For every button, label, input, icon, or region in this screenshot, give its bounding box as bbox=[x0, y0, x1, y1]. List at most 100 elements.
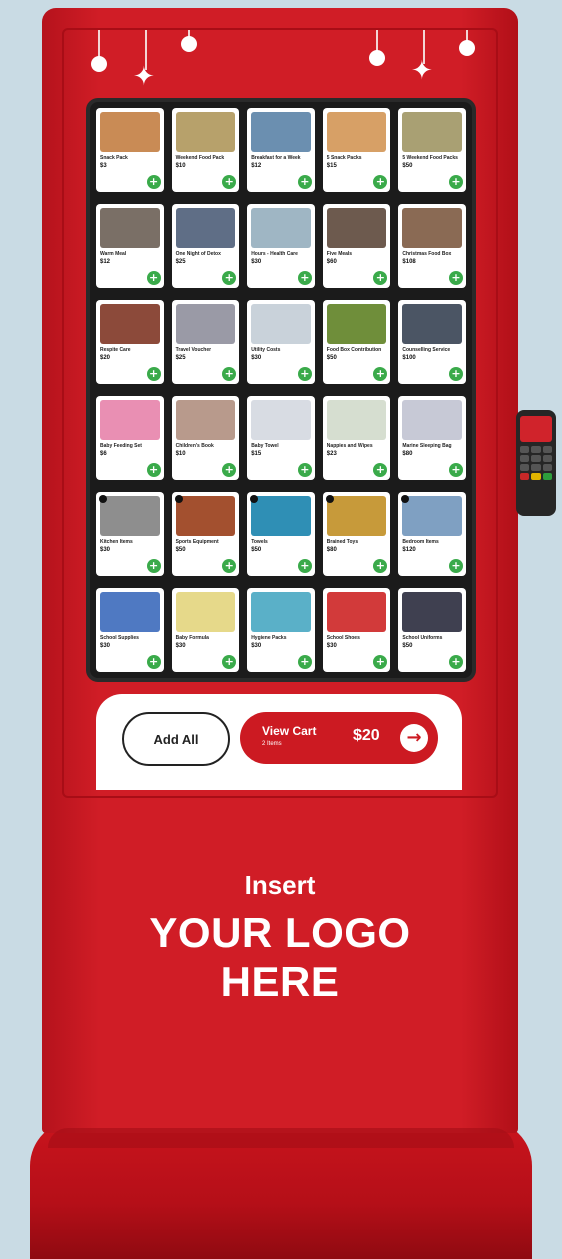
product-price: $30 bbox=[251, 258, 262, 265]
add-to-cart-plus-icon[interactable]: + bbox=[373, 367, 388, 381]
add-to-cart-plus-icon[interactable]: + bbox=[222, 271, 237, 285]
add-to-cart-plus-icon[interactable]: + bbox=[297, 175, 312, 189]
product-image bbox=[251, 400, 311, 440]
add-to-cart-plus-icon[interactable]: + bbox=[222, 655, 237, 669]
product-image bbox=[402, 400, 462, 440]
add-to-cart-plus-icon[interactable]: + bbox=[146, 367, 161, 381]
add-to-cart-plus-icon[interactable]: + bbox=[146, 559, 161, 573]
product-price: $50 bbox=[402, 642, 413, 649]
add-to-cart-plus-icon[interactable]: + bbox=[373, 559, 388, 573]
add-to-cart-plus-icon[interactable]: + bbox=[297, 463, 312, 477]
product-card[interactable]: Baby Towel $15 + bbox=[247, 396, 315, 480]
ornament-ball-icon bbox=[459, 40, 475, 56]
add-to-cart-plus-icon[interactable]: + bbox=[448, 559, 463, 573]
product-card[interactable]: Counselling Service $100 + bbox=[398, 300, 466, 384]
product-card[interactable]: Sports Equipment $50 + bbox=[171, 492, 240, 576]
add-to-cart-plus-icon[interactable]: + bbox=[222, 175, 237, 189]
add-to-cart-plus-icon[interactable]: + bbox=[146, 655, 161, 669]
product-card[interactable]: Baby Formula $30 + bbox=[171, 588, 240, 672]
add-to-cart-plus-icon[interactable]: + bbox=[146, 175, 161, 189]
product-name: Hours - Health Care bbox=[251, 251, 298, 257]
kiosk-base-lip bbox=[48, 1128, 514, 1148]
product-name: Christmas Food Box bbox=[402, 251, 452, 257]
card-reader-screen bbox=[520, 416, 552, 442]
add-all-button[interactable]: Add All bbox=[122, 712, 230, 766]
add-to-cart-plus-icon[interactable]: + bbox=[448, 463, 463, 477]
product-card[interactable]: Bedroom Items $120 + bbox=[398, 492, 466, 576]
product-name: Marine Sleeping Bag bbox=[402, 443, 452, 449]
add-to-cart-plus-icon[interactable]: + bbox=[146, 463, 161, 477]
product-grid: Snack Pack $3 + Weekend Food Pack $10 + Breakf… bbox=[96, 108, 466, 672]
product-card[interactable]: 5 Weekend Food Packs $50 + bbox=[398, 108, 466, 192]
keypad-key bbox=[520, 446, 530, 453]
product-card[interactable]: Kitchen Items $30 + bbox=[96, 492, 164, 576]
product-card[interactable]: Utility Costs $30 + bbox=[247, 300, 315, 384]
add-to-cart-plus-icon[interactable]: + bbox=[373, 655, 388, 669]
product-price: $50 bbox=[175, 546, 186, 553]
product-image bbox=[100, 304, 160, 344]
cart-total: $20 bbox=[353, 727, 380, 744]
product-name: Weekend Food Pack bbox=[175, 155, 225, 161]
product-image bbox=[100, 208, 160, 248]
sparkle-icon: ✦ bbox=[411, 56, 433, 86]
product-card[interactable]: Five Meals $60 + bbox=[322, 204, 391, 288]
product-card[interactable]: Marine Sleeping Bag $80 + bbox=[398, 396, 466, 480]
product-image bbox=[326, 304, 387, 344]
cart-bar: Add All View Cart 2 Items $20 → bbox=[96, 694, 462, 790]
product-card[interactable]: Breakfast for a Week $12 + bbox=[247, 108, 315, 192]
product-price: $30 bbox=[251, 354, 262, 361]
keypad-key bbox=[542, 464, 552, 471]
product-card[interactable]: Baby Feeding Set $6 + bbox=[96, 396, 164, 480]
product-card[interactable]: Respite Care $20 + bbox=[96, 300, 164, 384]
product-price: $50 bbox=[251, 546, 262, 553]
add-to-cart-plus-icon[interactable]: + bbox=[448, 655, 463, 669]
add-to-cart-plus-icon[interactable]: + bbox=[373, 175, 388, 189]
product-image bbox=[100, 592, 160, 632]
product-card[interactable]: Warm Meal $12 + bbox=[96, 204, 164, 288]
add-to-cart-plus-icon[interactable]: + bbox=[222, 463, 237, 477]
product-image bbox=[326, 592, 387, 632]
add-to-cart-plus-icon[interactable]: + bbox=[146, 271, 161, 285]
add-to-cart-plus-icon[interactable]: + bbox=[373, 463, 388, 477]
logo-line-1: YOUR LOGO bbox=[149, 909, 411, 956]
product-name: Breakfast for a Week bbox=[251, 155, 301, 161]
product-card[interactable]: School Shoes $30 + bbox=[322, 588, 391, 672]
product-price: $23 bbox=[326, 450, 337, 457]
card-reader-keypad bbox=[520, 446, 552, 480]
product-card[interactable]: Children's Book $10 + bbox=[171, 396, 240, 480]
product-image bbox=[175, 592, 236, 632]
add-to-cart-plus-icon[interactable]: + bbox=[222, 367, 237, 381]
product-card[interactable]: Hygiene Packs $30 + bbox=[247, 588, 315, 672]
product-card[interactable]: School Uniforms $50 + bbox=[398, 588, 466, 672]
add-to-cart-plus-icon[interactable]: + bbox=[297, 367, 312, 381]
add-to-cart-plus-icon[interactable]: + bbox=[297, 655, 312, 669]
product-badge bbox=[174, 495, 183, 503]
product-card[interactable]: Travel Voucher $25 + bbox=[171, 300, 240, 384]
product-image bbox=[326, 208, 387, 248]
add-to-cart-plus-icon[interactable]: + bbox=[222, 559, 237, 573]
product-card[interactable]: One Night of Detox $25 + bbox=[171, 204, 240, 288]
product-card[interactable]: Snack Pack $3 + bbox=[96, 108, 164, 192]
add-to-cart-plus-icon[interactable]: + bbox=[448, 175, 463, 189]
product-name: Children's Book bbox=[175, 443, 214, 449]
view-cart-button[interactable]: View Cart 2 Items $20 → bbox=[240, 712, 438, 764]
product-image bbox=[251, 496, 311, 536]
product-card[interactable]: Brained Toys $80 + bbox=[322, 492, 391, 576]
product-card[interactable]: 5 Snack Packs $15 + bbox=[322, 108, 391, 192]
add-to-cart-plus-icon[interactable]: + bbox=[448, 271, 463, 285]
product-card[interactable]: Nappies and Wipes $23 + bbox=[322, 396, 391, 480]
add-to-cart-plus-icon[interactable]: + bbox=[448, 367, 463, 381]
product-card[interactable]: Food Box Contribution $50 + bbox=[322, 300, 391, 384]
product-price: $6 bbox=[100, 450, 107, 457]
keypad-key bbox=[542, 446, 552, 453]
card-reader[interactable] bbox=[516, 410, 556, 516]
product-name: Food Box Contribution bbox=[326, 347, 382, 353]
product-card[interactable]: Weekend Food Pack $10 + bbox=[171, 108, 240, 192]
product-card[interactable]: Towels $50 + bbox=[247, 492, 315, 576]
product-card[interactable]: School Supplies $30 + bbox=[96, 588, 164, 672]
add-to-cart-plus-icon[interactable]: + bbox=[297, 271, 312, 285]
product-card[interactable]: Hours - Health Care $30 + bbox=[247, 204, 315, 288]
product-card[interactable]: Christmas Food Box $108 + bbox=[398, 204, 466, 288]
add-to-cart-plus-icon[interactable]: + bbox=[373, 271, 388, 285]
add-to-cart-plus-icon[interactable]: + bbox=[297, 559, 312, 573]
